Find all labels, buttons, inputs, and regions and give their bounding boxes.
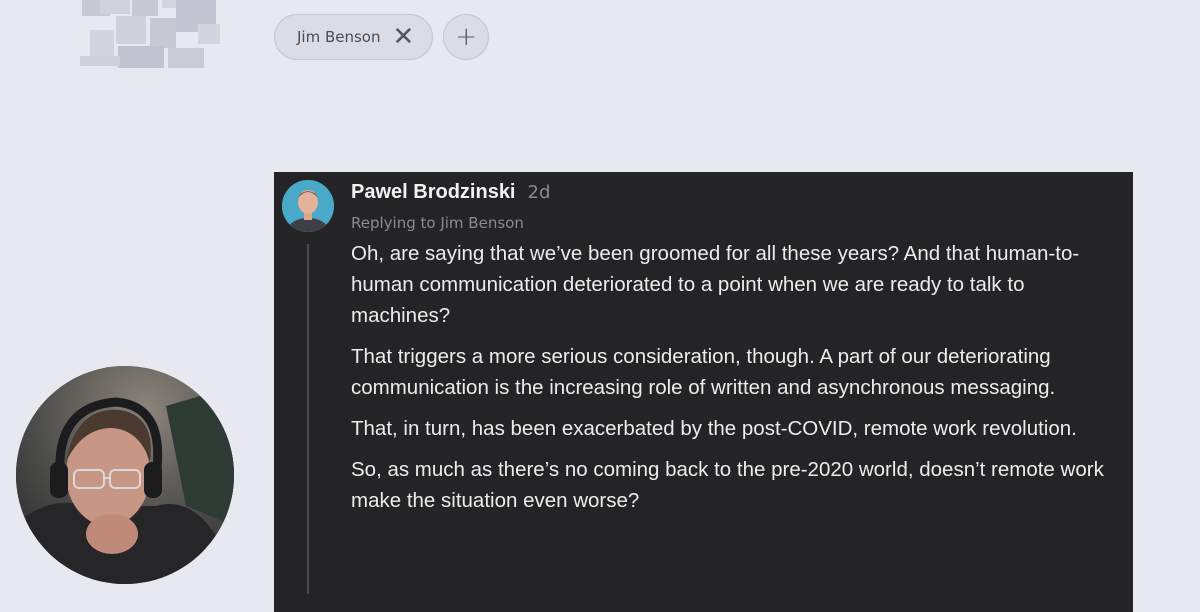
filter-chip[interactable]: Jim Benson ✕: [274, 14, 434, 60]
close-icon[interactable]: ✕: [393, 24, 415, 50]
webcam-feed: [16, 366, 234, 584]
comment-paragraph: So, as much as there’s no coming back to…: [351, 458, 1104, 512]
filter-chip-row: Jim Benson ✕ +: [274, 14, 490, 60]
pixel-logo: [70, 0, 230, 70]
thread-line: [307, 244, 309, 594]
webcam-overlay: [16, 366, 234, 584]
avatar-portrait: [282, 180, 334, 232]
replying-to: Replying to Jim Benson: [351, 214, 524, 232]
comment-paragraph: That triggers a more serious considerati…: [351, 345, 1056, 399]
comment-age[interactable]: 2d: [528, 182, 551, 203]
comment-paragraph: Oh, are saying that we’ve been groomed f…: [351, 242, 1080, 327]
comment-card: Pawel Brodzinski 2d Replying to Jim Bens…: [274, 172, 1133, 612]
comment-body: Oh, are saying that we’ve been groomed f…: [351, 238, 1121, 526]
add-filter-button[interactable]: +: [443, 14, 490, 60]
comment-header: Pawel Brodzinski 2d: [351, 181, 550, 204]
filter-chip-label: Jim Benson: [297, 28, 381, 46]
avatar[interactable]: [282, 180, 334, 232]
plus-icon: +: [455, 22, 478, 52]
author-name[interactable]: Pawel Brodzinski: [351, 181, 516, 204]
comment-paragraph: That, in turn, has been exacerbated by t…: [351, 417, 1077, 440]
